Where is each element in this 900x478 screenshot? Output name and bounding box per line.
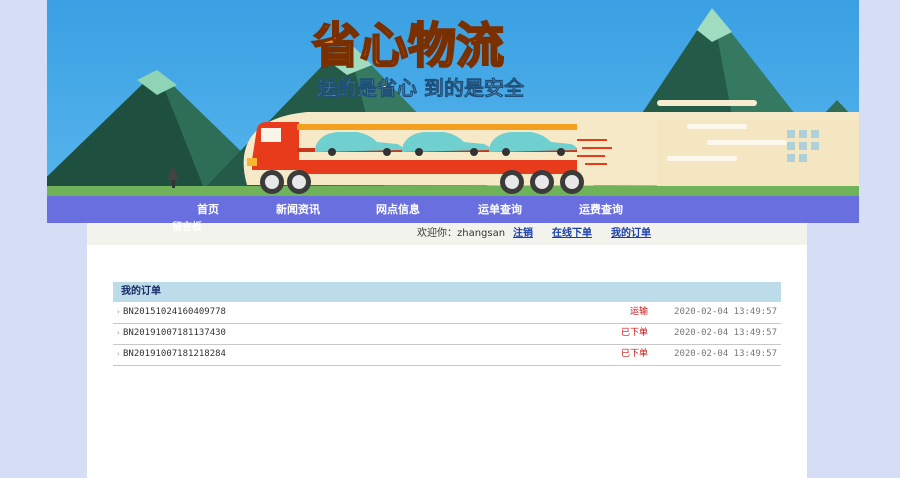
- nav-item-message-board[interactable]: 留言板: [172, 222, 202, 234]
- order-row[interactable]: › BN20191007181137430 已下单 2020-02-04 13:…: [113, 323, 781, 345]
- nav-item-news[interactable]: 新闻资讯: [276, 196, 320, 223]
- main-content: 欢迎你：zhangsan 注销 在线下单 我的订单 我的订单 › BN20151…: [87, 223, 807, 478]
- banner-title: 省心物流: [312, 18, 504, 74]
- banner-illustration: 省心物流 送的是省心 到的是安全: [47, 0, 859, 196]
- order-time: 2020-02-04 13:49:57: [674, 328, 777, 338]
- order-number: BN20191007181137430: [123, 328, 226, 338]
- order-status: 已下单: [620, 328, 648, 338]
- logout-link[interactable]: 注销: [513, 223, 533, 245]
- banner-slogan: 送的是省心 到的是安全: [317, 76, 525, 100]
- order-number: BN20151024160409778: [123, 307, 226, 317]
- nav-item-waybill-query[interactable]: 运单查询: [478, 196, 522, 223]
- bullet-arrow-icon: ›: [117, 329, 120, 337]
- order-time: 2020-02-04 13:49:57: [674, 307, 777, 317]
- order-status: 已下单: [620, 349, 648, 359]
- orders-panel-title: 我的订单: [113, 282, 781, 302]
- main-nav: 首页 新闻资讯 网点信息 运单查询 运费查询: [47, 196, 859, 223]
- order-status: 运输: [629, 307, 648, 317]
- nav-item-freight-query[interactable]: 运费查询: [579, 196, 623, 223]
- order-row[interactable]: › BN20191007181218284 已下单 2020-02-04 13:…: [113, 344, 781, 366]
- order-number: BN20191007181218284: [123, 349, 226, 359]
- welcome-text: 欢迎你：zhangsan: [417, 228, 506, 239]
- banner: 省心物流 送的是省心 到的是安全: [47, 0, 859, 196]
- nav-item-home[interactable]: 首页: [197, 196, 219, 223]
- nav-item-outlets[interactable]: 网点信息: [376, 196, 420, 223]
- order-time: 2020-02-04 13:49:57: [674, 349, 777, 359]
- order-row[interactable]: › BN20151024160409778 运输 2020-02-04 13:4…: [113, 302, 781, 324]
- my-orders-link[interactable]: 我的订单: [611, 223, 651, 245]
- bullet-arrow-icon: ›: [117, 308, 120, 316]
- bullet-arrow-icon: ›: [117, 350, 120, 358]
- place-order-link[interactable]: 在线下单: [552, 223, 592, 245]
